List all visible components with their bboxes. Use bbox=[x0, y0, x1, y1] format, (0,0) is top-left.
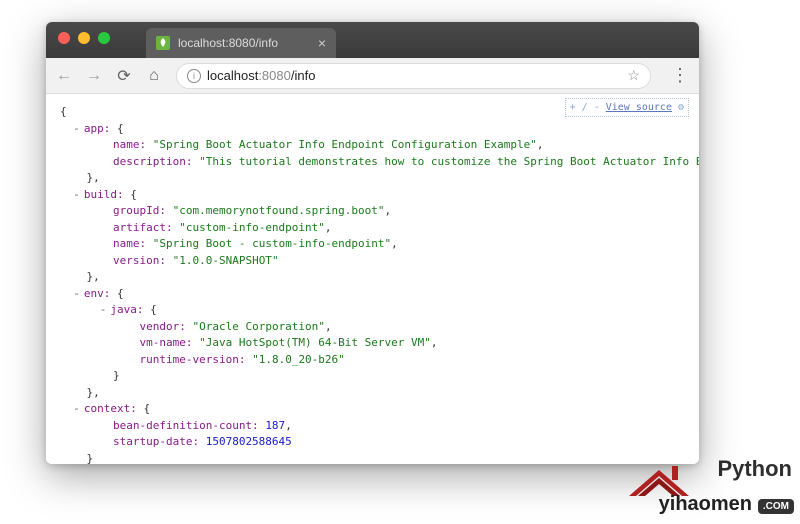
url-text: localhost:8080/info bbox=[207, 68, 315, 83]
json-value: Oracle Corporation bbox=[199, 320, 318, 333]
json-key: runtime-version: bbox=[139, 353, 245, 366]
watermark-com-badge: .COM bbox=[758, 499, 794, 514]
json-value: 187 bbox=[265, 419, 285, 432]
watermark: Python yihaomen .COM bbox=[634, 446, 794, 516]
json-key: name: bbox=[113, 138, 146, 151]
json-key: groupId: bbox=[113, 204, 166, 217]
json-key: startup-date: bbox=[113, 435, 199, 448]
json-key: env: bbox=[84, 287, 111, 300]
collapse-toggle-icon[interactable]: - bbox=[73, 287, 80, 300]
url-port: :8080 bbox=[258, 68, 291, 83]
bookmark-star-icon[interactable]: ☆ bbox=[627, 67, 640, 84]
url-path: /info bbox=[291, 68, 316, 83]
tab-title: localhost:8080/info bbox=[178, 36, 278, 50]
json-value: 1.0.0-SNAPSHOT bbox=[179, 254, 272, 267]
json-value: 1507802588645 bbox=[206, 435, 292, 448]
collapse-toggle-icon[interactable]: - bbox=[73, 188, 80, 201]
json-key: build: bbox=[84, 188, 124, 201]
json-value: Spring Boot Actuator Info Endpoint Confi… bbox=[159, 138, 530, 151]
back-button[interactable]: ← bbox=[56, 67, 72, 85]
expand-collapse-icon[interactable]: + / - bbox=[570, 100, 600, 115]
titlebar: localhost:8080/info × bbox=[46, 22, 699, 58]
address-bar: ← → ⟳ ⌂ i localhost:8080/info ☆ ⋮ bbox=[46, 58, 699, 94]
json-key: java: bbox=[110, 303, 143, 316]
json-key: description: bbox=[113, 155, 192, 168]
maximize-window-button[interactable] bbox=[98, 32, 110, 44]
json-key: artifact: bbox=[113, 221, 173, 234]
browser-window: localhost:8080/info × ← → ⟳ ⌂ i localhos… bbox=[46, 22, 699, 464]
tab-close-icon[interactable]: × bbox=[318, 36, 326, 50]
json-key: vm-name: bbox=[139, 336, 192, 349]
watermark-text-python: Python bbox=[717, 456, 792, 482]
json-value: Java HotSpot(TM) 64-Bit Server VM bbox=[206, 336, 425, 349]
browser-menu-button[interactable]: ⋮ bbox=[665, 65, 689, 86]
browser-tab[interactable]: localhost:8080/info × bbox=[146, 28, 336, 58]
json-key: context: bbox=[84, 402, 137, 415]
url-host: localhost bbox=[207, 68, 258, 83]
json-key: bean-definition-count: bbox=[113, 419, 259, 432]
json-value: Spring Boot - custom-info-endpoint bbox=[159, 237, 384, 250]
reload-button[interactable]: ⟳ bbox=[116, 66, 132, 86]
json-tree: { -app: { name: "Spring Boot Actuator In… bbox=[60, 104, 685, 464]
settings-gear-icon[interactable]: ⚙ bbox=[678, 100, 684, 115]
favicon-spring-icon bbox=[156, 36, 170, 50]
collapse-toggle-icon[interactable]: - bbox=[100, 303, 107, 316]
url-input[interactable]: i localhost:8080/info ☆ bbox=[176, 63, 651, 89]
view-source-link[interactable]: View source bbox=[606, 100, 672, 115]
site-info-icon[interactable]: i bbox=[187, 69, 201, 83]
json-key: name: bbox=[113, 237, 146, 250]
collapse-toggle-icon[interactable]: - bbox=[73, 402, 80, 415]
forward-button[interactable]: → bbox=[86, 67, 102, 85]
page-content: + / - View source ⚙ { -app: { name: "Spr… bbox=[46, 94, 699, 464]
json-key: version: bbox=[113, 254, 166, 267]
home-button[interactable]: ⌂ bbox=[146, 67, 162, 85]
window-controls bbox=[46, 22, 122, 44]
json-value: custom-info-endpoint bbox=[186, 221, 318, 234]
json-key: app: bbox=[84, 122, 111, 135]
collapse-toggle-icon[interactable]: - bbox=[73, 122, 80, 135]
minimize-window-button[interactable] bbox=[78, 32, 90, 44]
json-value: 1.8.0_20-b26 bbox=[259, 353, 338, 366]
watermark-text-domain: yihaomen bbox=[659, 493, 752, 516]
json-value: This tutorial demonstrates how to custom… bbox=[206, 155, 699, 168]
json-value: com.memorynotfound.spring.boot bbox=[179, 204, 378, 217]
json-viewer-toolbar: + / - View source ⚙ bbox=[565, 98, 689, 117]
close-window-button[interactable] bbox=[58, 32, 70, 44]
json-key: vendor: bbox=[139, 320, 185, 333]
